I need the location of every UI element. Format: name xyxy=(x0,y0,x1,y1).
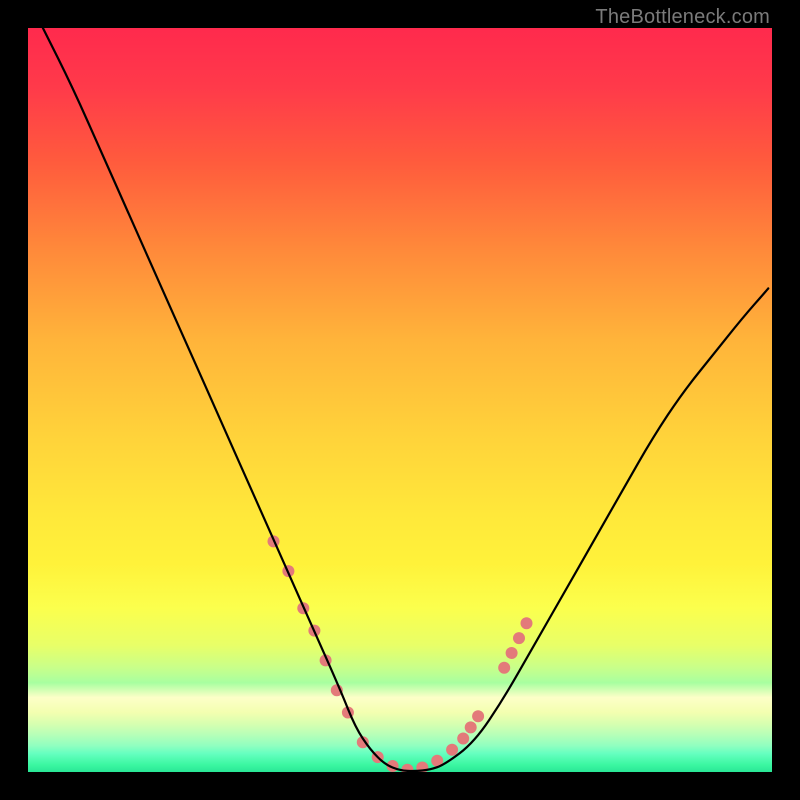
marker-dot xyxy=(446,744,458,756)
marker-dot xyxy=(521,617,533,629)
chart-frame: TheBottleneck.com xyxy=(0,0,800,800)
marker-dot xyxy=(498,662,510,674)
marker-dot xyxy=(457,733,469,745)
chart-svg xyxy=(28,28,772,772)
plot-area xyxy=(28,28,772,772)
curve-path xyxy=(43,28,768,771)
markers-group xyxy=(268,535,533,772)
watermark-text: TheBottleneck.com xyxy=(595,6,770,29)
marker-dot xyxy=(513,632,525,644)
marker-dot xyxy=(465,721,477,733)
marker-dot xyxy=(472,710,484,722)
marker-dot xyxy=(506,647,518,659)
